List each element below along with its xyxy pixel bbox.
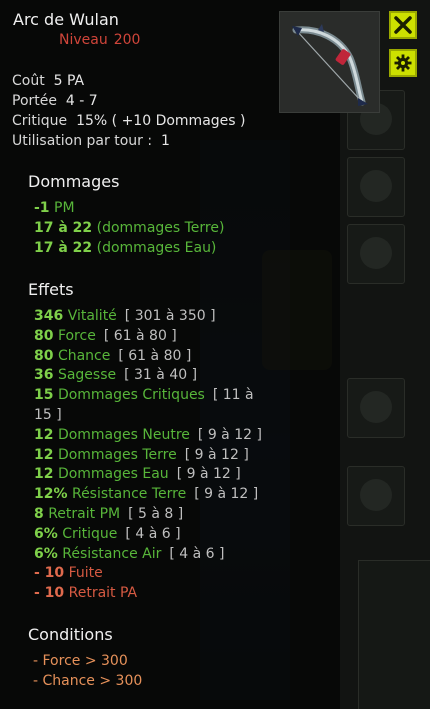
effects-section-title: Effets [28,280,74,299]
effect-line: 8 Retrait PM[ 5 à 8 ] [34,505,184,522]
range-row: Portée 4 - 7 [12,91,245,111]
level-label: Niveau [59,32,108,48]
critical-row: Critique 15% ( +10 Dommages ) [12,111,245,131]
range-value: 4 - 7 [65,93,98,109]
damage-list: -1 PM 17 à 22 (dommages Terre) 17 à 22 (… [34,199,334,258]
level-value: 200 [113,32,141,48]
damage-line: 17 à 22 (dommages Terre) [34,219,225,236]
inventory-slot[interactable] [347,378,405,438]
cost-label: Coût [12,73,45,89]
effect-line-negative: - 10 Fuite [34,565,103,582]
uses-per-turn-value: 1 [160,133,170,149]
inventory-panel [358,560,430,709]
cost-value: 5 PA [53,73,85,89]
item-name: Arc de Wulan [13,10,119,29]
item-stats: Coût 5 PA Portée 4 - 7 Critique 15% ( +1… [12,71,245,151]
inventory-slot[interactable] [347,157,405,217]
settings-button[interactable] [389,49,417,77]
effect-line: 12 Dommages Neutre[ 9 à 12 ] [34,426,262,443]
range-label: Portée [12,93,57,109]
close-icon [394,16,412,34]
effect-line: 6% Résistance Air[ 4 à 6 ] [34,545,225,562]
item-image [279,11,380,113]
effect-line: 12 Dommages Terre[ 9 à 12 ] [34,446,249,463]
effect-line: 6% Critique[ 4 à 6 ] [34,525,181,542]
item-level: Niveau 200 [59,32,146,48]
inventory-slot[interactable] [347,224,405,284]
effect-line: 12% Résistance Terre[ 9 à 12 ] [34,486,259,503]
close-button[interactable] [389,11,417,39]
inventory-slot[interactable] [347,466,405,526]
cost-row: Coût 5 PA [12,71,245,91]
effects-list: 346 Vitalité[ 301 à 350 ] 80 Force[ 61 à… [34,307,334,604]
damage-line: -1 PM [34,200,75,216]
condition-line: - Force > 300 [33,653,128,669]
uses-per-turn-row: Utilisation par tour : 1 [12,131,245,151]
effect-line: 80 Chance[ 61 à 80 ] [34,347,192,364]
effect-line: 80 Force[ 61 à 80 ] [34,327,177,344]
damage-section-title: Dommages [28,172,120,191]
conditions-section-title: Conditions [28,625,113,644]
damage-line: 17 à 22 (dommages Eau) [34,239,217,256]
gear-icon [394,54,412,72]
effect-line-negative: - 10 Retrait PA [34,585,138,602]
effect-line: 36 Sagesse[ 31 à 40 ] [34,367,198,384]
condition-line: - Chance > 300 [33,672,143,689]
uses-per-turn-label: Utilisation par tour : [12,133,153,149]
critical-label: Critique [12,113,68,129]
effect-line: 12 Dommages Eau[ 9 à 12 ] [34,466,241,483]
bow-icon [292,24,368,106]
effect-line: 15 Dommages Critiques[ 11 à 15 ] [34,387,254,423]
critical-value: 15% ( +10 Dommages ) [76,113,246,129]
effect-line: 346 Vitalité[ 301 à 350 ] [34,308,216,324]
conditions-list: - Force > 300 - Chance > 300 [33,652,333,692]
